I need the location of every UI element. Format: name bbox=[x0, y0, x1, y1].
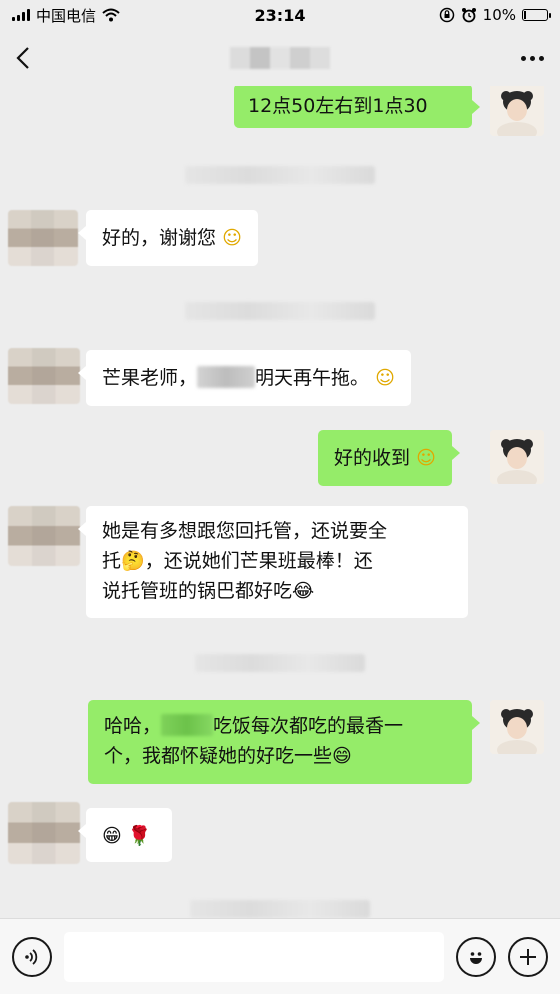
smile-emoji: ☺ bbox=[375, 367, 395, 389]
my-avatar[interactable] bbox=[490, 430, 544, 484]
voice-button[interactable] bbox=[12, 936, 52, 977]
message-text: 好的收到 bbox=[334, 447, 411, 469]
my-avatar-image bbox=[490, 700, 544, 754]
message-bubble-received[interactable]: 😁 🌹 bbox=[78, 808, 172, 862]
battery-level bbox=[524, 11, 527, 19]
my-avatar-image bbox=[490, 86, 544, 136]
chat-title-blurred bbox=[230, 47, 330, 69]
contact-avatar[interactable] bbox=[8, 348, 80, 404]
smile-emoji: ☺ bbox=[416, 447, 436, 469]
status-right: 10% bbox=[439, 6, 551, 24]
message-text: 哈哈， bbox=[104, 715, 162, 737]
message-bubble-received[interactable]: 好的，谢谢您 ☺ bbox=[78, 210, 258, 266]
thinking-emoji: 🤔 bbox=[121, 550, 145, 572]
back-button[interactable] bbox=[16, 40, 52, 76]
timestamp bbox=[0, 166, 560, 188]
message-text: 12点50左右到1点30 bbox=[248, 95, 428, 117]
timestamp-blurred bbox=[185, 166, 375, 184]
chat-area[interactable]: 12点50左右到1点30 好的，谢谢您 ☺ 芒果老师， 明天再午拖。 ☺ 好的收到… bbox=[0, 86, 560, 918]
message-text: 好的，谢谢您 bbox=[102, 227, 217, 249]
rotation-lock-icon bbox=[439, 7, 454, 23]
message-text: ，还说她们芒果班最棒！还 bbox=[144, 550, 373, 572]
status-left: 中国电信 bbox=[12, 5, 120, 26]
timestamp bbox=[0, 302, 560, 324]
message-text: 个，我都怀疑她的好吃一些 bbox=[104, 745, 333, 767]
nav-bar bbox=[0, 30, 560, 86]
redacted-name bbox=[161, 714, 214, 736]
contact-avatar[interactable] bbox=[8, 802, 80, 864]
emoji-button[interactable] bbox=[456, 936, 496, 977]
rose-emoji: 🌹 bbox=[127, 825, 152, 847]
timestamp bbox=[0, 654, 560, 676]
message-text: 芒果老师， bbox=[102, 367, 198, 389]
message-text: 说托管班的锅巴都好吃 bbox=[102, 580, 293, 602]
my-avatar-image bbox=[490, 430, 544, 484]
timestamp-blurred bbox=[195, 654, 365, 672]
message-bubble-sent[interactable]: 哈哈， 吃饭每次都吃的最香一 个，我都怀疑她的好吃一些😄 bbox=[88, 700, 480, 784]
more-dots-icon bbox=[521, 55, 526, 61]
voice-icon bbox=[25, 948, 38, 965]
more-button[interactable] bbox=[521, 40, 544, 76]
message-bubble-received[interactable]: 芒果老师， 明天再午拖。 ☺ bbox=[78, 350, 411, 406]
battery-icon bbox=[522, 9, 551, 21]
battery-percent: 10% bbox=[482, 6, 516, 24]
message-bubble-received[interactable]: 她是有多想跟您回托管，还说要全 托🤔，还说她们芒果班最棒！还 说托管班的锅巴都好… bbox=[78, 506, 468, 618]
my-avatar[interactable] bbox=[490, 86, 544, 136]
signal-icon bbox=[12, 9, 30, 21]
laugh-cry-emoji: 😂 bbox=[292, 580, 315, 602]
status-bar: 中国电信 23:14 10% bbox=[0, 0, 560, 30]
chevron-left-icon bbox=[16, 47, 29, 69]
plus-button[interactable] bbox=[508, 936, 548, 977]
message-bubble-sent[interactable]: 好的收到 ☺ bbox=[318, 430, 460, 486]
contact-avatar[interactable] bbox=[8, 506, 80, 566]
smile-emoji: ☺ bbox=[222, 227, 242, 249]
message-bubble-sent[interactable]: 12点50左右到1点30 bbox=[234, 86, 480, 128]
emoji-icon bbox=[470, 951, 482, 964]
carrier-label: 中国电信 bbox=[36, 6, 97, 25]
plus-icon bbox=[520, 948, 536, 965]
redacted-name bbox=[197, 366, 256, 388]
my-avatar[interactable] bbox=[490, 700, 544, 754]
wifi-icon bbox=[102, 8, 120, 22]
input-bar bbox=[0, 918, 560, 994]
message-text: 吃饭每次都吃的最香一 bbox=[213, 715, 404, 737]
contact-avatar[interactable] bbox=[8, 210, 78, 266]
grin-emoji: 😁 bbox=[102, 825, 122, 847]
timestamp-blurred bbox=[190, 900, 370, 918]
chat-title bbox=[0, 47, 560, 69]
grin-emoji: 😄 bbox=[332, 745, 352, 767]
message-text: 托 bbox=[102, 550, 122, 572]
timestamp bbox=[0, 900, 560, 918]
timestamp-blurred bbox=[185, 302, 375, 320]
message-input[interactable] bbox=[64, 931, 444, 982]
message-text: 明天再午拖。 bbox=[255, 367, 370, 389]
alarm-icon bbox=[461, 8, 476, 23]
message-line: 她是有多想跟您回托管，还说要全 bbox=[102, 520, 388, 542]
